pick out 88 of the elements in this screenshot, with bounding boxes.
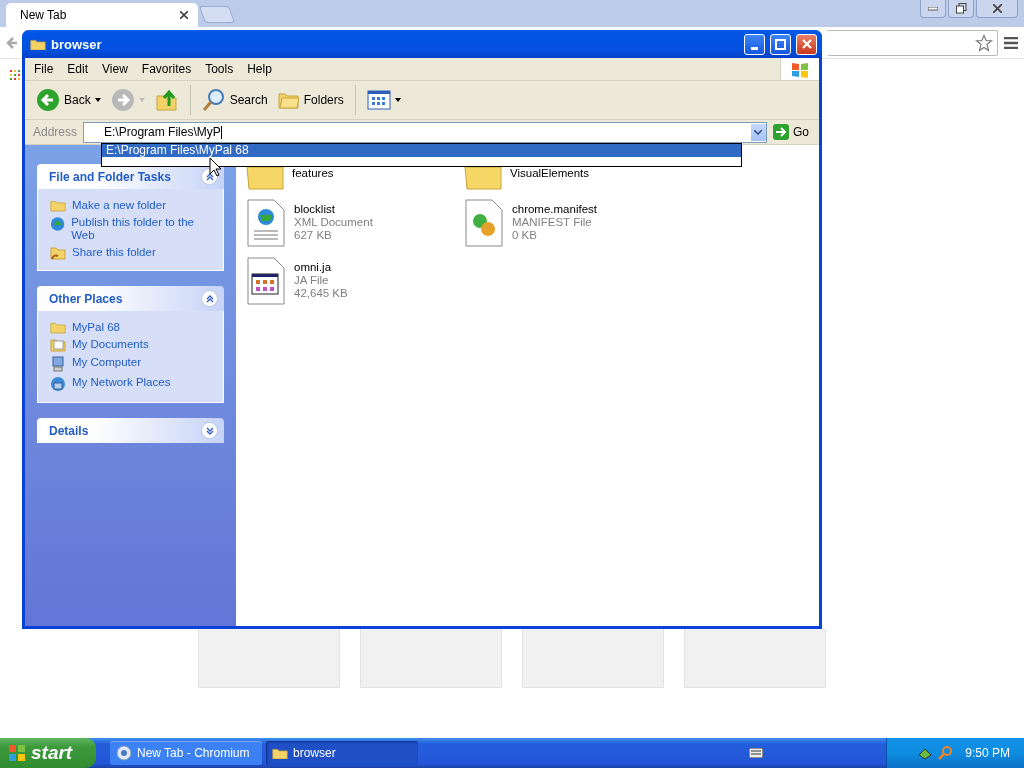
- task-link[interactable]: Share this folder: [50, 246, 213, 260]
- chevron-down-icon: [754, 129, 763, 135]
- globe-document-icon: [246, 199, 286, 247]
- site-thumbnail[interactable]: [684, 629, 826, 688]
- task-link[interactable]: My Network Places: [50, 376, 213, 392]
- documents-folder-icon: [50, 338, 66, 352]
- file-name: omni.ja: [294, 261, 333, 274]
- start-button[interactable]: start: [0, 738, 96, 768]
- windows-flag-logo: [791, 60, 809, 78]
- apps-grid-icon[interactable]: [10, 70, 20, 80]
- keyboard-icon[interactable]: [749, 748, 764, 758]
- shared-folder-icon: [50, 246, 66, 260]
- site-thumbnail[interactable]: [198, 629, 340, 688]
- go-arrow-icon: [773, 124, 789, 140]
- panel-header[interactable]: Details: [37, 418, 224, 443]
- file-size: 42,645 KB: [294, 287, 348, 300]
- task-link[interactable]: Publish this folder to the Web: [50, 216, 213, 242]
- folder-icon: [30, 37, 46, 51]
- minimize-icon: [751, 46, 758, 50]
- chevron-icon: [205, 426, 214, 435]
- caret-icon: [394, 98, 401, 102]
- globe-icon: [50, 216, 66, 232]
- restore-button[interactable]: [948, 0, 974, 18]
- file-type: XML Document: [294, 216, 373, 229]
- file-type: MANIFEST File: [512, 216, 593, 229]
- restore-icon: [955, 3, 967, 14]
- network-icon: [50, 376, 66, 392]
- windows-flag-logo: [8, 744, 26, 762]
- chevron-icon: [205, 294, 214, 303]
- panel-title: Details: [49, 423, 89, 438]
- menu-item[interactable]: View: [95, 62, 135, 76]
- task-link[interactable]: MyPal 68: [50, 321, 213, 334]
- site-thumbnail[interactable]: [360, 629, 502, 688]
- folder-icon: [277, 90, 300, 110]
- collapse-chevron-icon[interactable]: [201, 290, 218, 307]
- folder-icon: [50, 199, 66, 212]
- panel-header[interactable]: Other Places: [37, 286, 224, 311]
- caret-icon: [138, 98, 145, 102]
- dropdown-button[interactable]: [751, 123, 766, 141]
- file-name: VisualElements: [510, 167, 590, 180]
- maximize-button[interactable]: [770, 33, 791, 55]
- task-link[interactable]: My Computer: [50, 356, 213, 372]
- menu-item[interactable]: File: [27, 62, 61, 76]
- folders-button[interactable]: Folders: [274, 88, 347, 112]
- folder-up-arrow-icon: [154, 88, 179, 112]
- back-button[interactable]: Back: [33, 86, 104, 114]
- taskbar-button[interactable]: browser: [266, 741, 418, 765]
- task-link[interactable]: My Documents: [50, 338, 213, 352]
- file-size: 0 KB: [512, 229, 538, 242]
- panel-title: File and Folder Tasks: [49, 169, 171, 184]
- menu-item[interactable]: Edit: [60, 62, 96, 76]
- address-label: Address: [33, 125, 78, 139]
- maximize-icon: [775, 38, 786, 50]
- suggestion-item[interactable]: E:\Program Files\MyPal 68: [102, 144, 741, 157]
- star-icon[interactable]: [975, 33, 993, 52]
- browser-icon: [116, 745, 132, 761]
- search-icon: [201, 88, 226, 112]
- site-thumbnail[interactable]: [522, 629, 664, 688]
- application-document-icon: [246, 257, 286, 305]
- clock: 9:50 PM: [965, 746, 1010, 760]
- close-icon[interactable]: [180, 11, 188, 19]
- file-name: blocklist: [294, 203, 336, 216]
- grid-view-icon: [366, 90, 391, 110]
- file-name: features: [292, 167, 334, 180]
- close-button[interactable]: [976, 0, 1018, 18]
- folder-icon: [272, 746, 288, 760]
- close-icon: [801, 39, 812, 49]
- file-size: 627 KB: [294, 229, 333, 242]
- menu-item[interactable]: Help: [240, 62, 279, 76]
- caret-icon: [94, 98, 101, 102]
- browser-tab[interactable]: New Tab: [6, 3, 198, 27]
- task-link[interactable]: Make a new folder: [50, 199, 213, 212]
- menu-icon[interactable]: [1004, 36, 1018, 49]
- taskbar-button[interactable]: New Tab - Chromium: [110, 741, 262, 765]
- computer-icon: [50, 356, 66, 372]
- search-button[interactable]: Search: [198, 86, 271, 114]
- address-field[interactable]: E:\Program Files\MyP: [83, 121, 767, 143]
- menu-item[interactable]: Favorites: [134, 62, 199, 76]
- expand-chevron-icon[interactable]: [201, 422, 218, 439]
- window-title: browser: [51, 36, 103, 52]
- close-icon: [992, 4, 1002, 13]
- panel-title: Other Places: [49, 291, 123, 306]
- go-button[interactable]: Go: [773, 124, 815, 140]
- folder-icon: [50, 321, 66, 334]
- menu-item[interactable]: Tools: [198, 62, 241, 76]
- minimize-icon: [928, 6, 938, 11]
- file-name: chrome.manifest: [512, 203, 597, 216]
- file-type: JA File: [294, 274, 330, 287]
